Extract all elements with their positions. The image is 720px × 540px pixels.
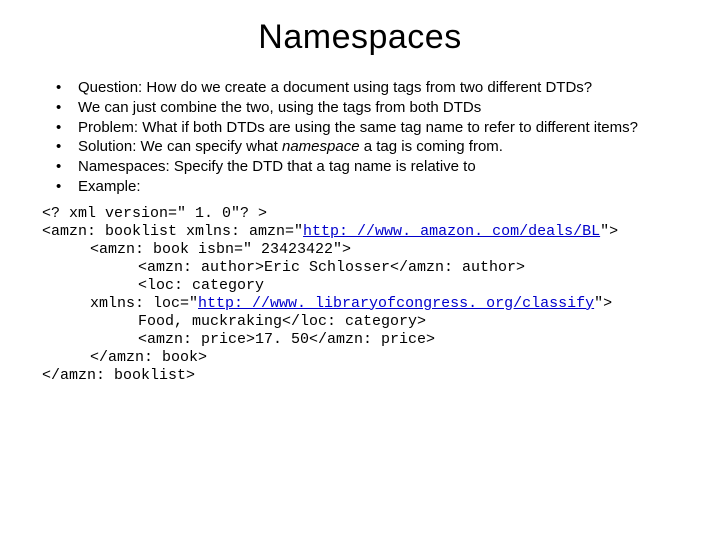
code-line: <amzn: price>17. 50</amzn: price> — [42, 331, 680, 349]
code-line: Food, muckraking</loc: category> — [42, 313, 680, 331]
slide-title: Namespaces — [40, 18, 680, 57]
slide: Namespaces Question: How do we create a … — [0, 0, 720, 540]
bullet-text: We can just combine the two, using the t… — [78, 99, 481, 116]
code-line-part: xmlns: loc=" — [90, 295, 198, 312]
bullet-item: We can just combine the two, using the t… — [50, 99, 680, 118]
code-line: </amzn: booklist> — [42, 367, 195, 384]
bullet-item: Namespaces: Specify the DTD that a tag n… — [50, 158, 680, 177]
code-line: xmlns: loc="http: //www. libraryofcongre… — [42, 295, 680, 313]
code-line-part: <amzn: booklist xmlns: amzn=" — [42, 223, 303, 240]
code-line: <? xml version=" 1. 0"? > — [42, 205, 267, 222]
code-line: <loc: category — [42, 277, 680, 295]
code-line: <amzn: book isbn=" 23423422"> — [42, 241, 680, 259]
bullet-item: Solution: We can specify what namespace … — [50, 138, 680, 157]
bullet-text-suffix: a tag is coming from. — [360, 138, 503, 155]
code-line-part: "> — [600, 223, 618, 240]
bullet-list: Question: How do we create a document us… — [50, 79, 680, 197]
code-line: </amzn: book> — [42, 349, 680, 367]
code-link: http: //www. amazon. com/deals/BL — [303, 223, 600, 240]
code-line-part: "> — [594, 295, 612, 312]
bullet-text-em: namespace — [282, 138, 360, 155]
bullet-text: Problem: What if both DTDs are using the… — [78, 119, 638, 136]
bullet-text: Example: — [78, 178, 141, 195]
code-line: <amzn: author>Eric Schlosser</amzn: auth… — [42, 259, 680, 277]
bullet-item: Question: How do we create a document us… — [50, 79, 680, 98]
bullet-item: Example: — [50, 178, 680, 197]
bullet-text: Namespaces: Specify the DTD that a tag n… — [78, 158, 476, 175]
bullet-item: Problem: What if both DTDs are using the… — [50, 119, 680, 138]
bullet-text: Question: How do we create a document us… — [78, 79, 592, 96]
code-link: http: //www. libraryofcongress. org/clas… — [198, 295, 594, 312]
code-block: <? xml version=" 1. 0"? > <amzn: booklis… — [42, 205, 680, 385]
bullet-text-prefix: Solution: We can specify what — [78, 138, 282, 155]
